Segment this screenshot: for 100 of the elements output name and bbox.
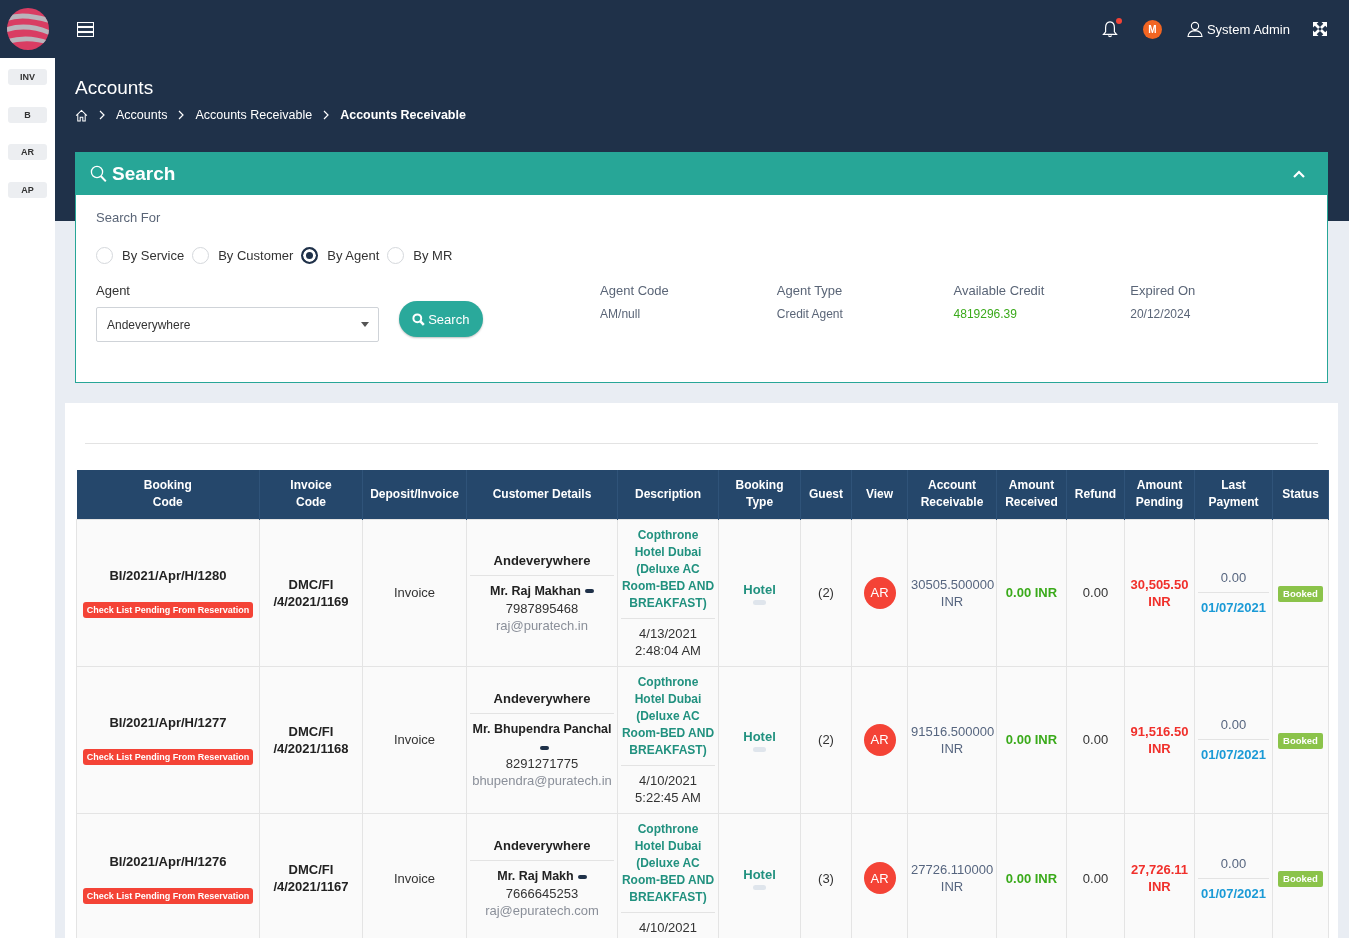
view-button[interactable]: AR (863, 862, 896, 894)
breadcrumb-link[interactable]: Accounts (116, 108, 168, 122)
deposit-invoice-text: Invoice (392, 584, 437, 601)
sidebar-tab[interactable]: AR (8, 144, 47, 160)
info-value: 4819296.39 (953, 306, 1017, 323)
amount-received: 0.00 INR (1004, 731, 1059, 748)
hotel-description: Copthrone Hotel Dubai (Deluxe AC Room-BED AND BREAKFAST) (621, 526, 715, 612)
info-label: Available Credit (953, 282, 1045, 299)
column-header: Customer Details (466, 470, 618, 519)
column-header: Amount Received (996, 470, 1067, 519)
customer-name: Mr. Raj Makh (497, 868, 574, 885)
chevron-right-icon (323, 110, 330, 120)
page-title: Accounts (75, 76, 154, 100)
user-menu[interactable]: System Admin (1186, 21, 1290, 37)
customer-phone: 7666645253 (504, 885, 580, 902)
last-payment-date: 01/07/2021 (1199, 599, 1268, 616)
account-receivable-amount: 27726.110000 INR (911, 861, 993, 895)
pill-icon (585, 589, 594, 594)
booking-date: 4/10/2021 (638, 918, 698, 936)
radio-option[interactable]: By Service (96, 246, 185, 264)
info-label: Agent Type (776, 282, 843, 299)
amount-received: 0.00 INR (1004, 869, 1059, 887)
customer-email: raj@puratech.in (495, 616, 589, 634)
customer-name: Mr. Raj Makhan (490, 582, 581, 600)
amount-pending: 27,726.11 INR (1129, 861, 1190, 895)
column-header: View (851, 470, 908, 519)
guest-count: (2) (817, 584, 835, 601)
search-icon (412, 312, 426, 326)
amount-received: 0.00 INR (1004, 584, 1059, 601)
customer-email: raj@epuratech.com (484, 902, 600, 919)
booking-code: BI/2021/Apr/H/1276 (108, 852, 228, 870)
sidebar-tab[interactable]: AP (8, 181, 47, 198)
last-payment-date: 01/07/2021 (1199, 884, 1268, 902)
customer-email: bhupendra@puratech.in (471, 772, 613, 789)
refund-amount: 0.00 (1081, 869, 1110, 887)
info-value: 20/12/2024 (1130, 306, 1191, 323)
logo-icon (6, 8, 49, 50)
booking-time: 5:22:45 AM (634, 788, 702, 806)
refund-amount: 0.00 (1081, 731, 1110, 748)
search-icon (90, 164, 107, 183)
panel-title: Search (112, 162, 176, 185)
booking-type: Hotel (742, 580, 777, 598)
breadcrumb-link[interactable]: Accounts Receivable (340, 108, 466, 122)
column-header: Deposit/Invoice (362, 470, 467, 519)
status-tag: Booked (1278, 871, 1323, 887)
sidebar-tab[interactable]: INV (8, 69, 47, 85)
bell-icon[interactable] (1100, 20, 1119, 38)
agent-name: Andeverywhere (492, 690, 592, 707)
column-header: Account Receivable (907, 470, 997, 519)
customer-phone: 8291271775 (504, 755, 580, 772)
status-tag: Booked (1278, 732, 1323, 749)
fullscreen-icon[interactable] (1313, 22, 1327, 36)
info-value: AM/null (600, 306, 641, 323)
user-icon (1186, 21, 1203, 37)
breadcrumb-link[interactable]: Accounts Receivable (195, 108, 313, 122)
agent-select[interactable]: Andeverywhere (96, 307, 379, 342)
column-header: Description (617, 470, 719, 519)
caret-icon (360, 322, 369, 327)
invoice-code: DMC/FI /4/2021/1169 (272, 575, 350, 610)
radio-option[interactable]: By Agent (301, 246, 380, 264)
hotel-description: Copthrone Hotel Dubai (Deluxe AC Room-BED AND BREAKFAST) (621, 820, 715, 906)
booking-type: Hotel (742, 727, 777, 745)
chevron-up-icon[interactable] (1293, 169, 1305, 178)
sidebar-tab[interactable]: B (8, 106, 47, 123)
column-header: Amount Pending (1124, 470, 1195, 519)
booking-code: BI/2021/Apr/H/1280 (108, 567, 228, 584)
customer-name: Mr. Bhupendra Panchal (472, 721, 612, 738)
radio-option[interactable]: By MR (387, 246, 453, 264)
radio-option[interactable]: By Customer (192, 246, 294, 264)
radio-button[interactable] (301, 246, 319, 264)
column-header: Guest (800, 470, 852, 519)
pill-icon (577, 874, 587, 879)
checklist-tag: Check List Pending From Reservation (82, 749, 254, 765)
deposit-invoice-text: Invoice (392, 869, 437, 887)
last-payment-date: 01/07/2021 (1199, 746, 1268, 763)
info-label: Agent Code (600, 282, 669, 299)
last-payment-amount: 0.00 (1219, 854, 1248, 872)
agent-name: Andeverywhere (492, 837, 592, 854)
pill-icon (753, 885, 766, 890)
booking-time: 2:48:04 AM (634, 641, 702, 659)
last-payment-amount: 0.00 (1219, 569, 1248, 586)
guest-count: (3) (817, 869, 835, 887)
home-icon[interactable] (75, 108, 88, 122)
info-value: Credit Agent (776, 306, 843, 323)
view-button[interactable]: AR (863, 723, 896, 756)
view-button[interactable]: AR (863, 576, 896, 609)
hotel-description: Copthrone Hotel Dubai (Deluxe AC Room-BED AND BREAKFAST) (621, 673, 715, 759)
status-tag: Booked (1278, 585, 1323, 602)
guest-count: (2) (817, 731, 835, 748)
agent-name: Andeverywhere (492, 551, 592, 569)
column-header: Refund (1066, 470, 1125, 519)
pill-icon (753, 746, 766, 752)
booking-type: Hotel (742, 866, 777, 883)
invoice-code: DMC/FI /4/2021/1167 (272, 861, 350, 895)
column-header: Booking Type (718, 470, 801, 519)
refund-amount: 0.00 (1081, 584, 1110, 601)
column-header: Booking Code (76, 470, 260, 519)
menu-icon[interactable] (77, 21, 94, 37)
amount-pending: 30,505.50 INR (1129, 575, 1190, 610)
search-for-label: Search For (96, 209, 161, 227)
